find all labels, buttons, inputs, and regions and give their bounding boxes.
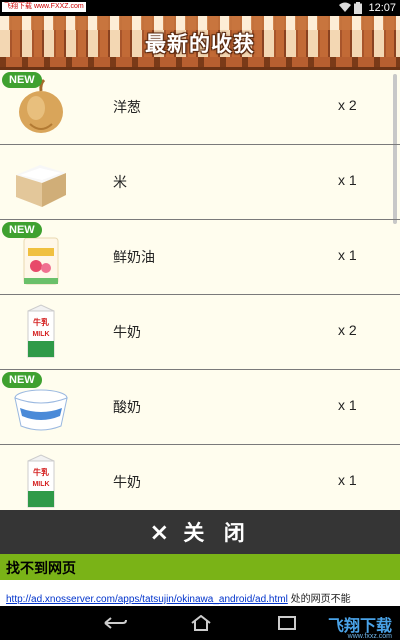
item-name: 酸奶: [113, 400, 141, 416]
status-time: 12:07: [368, 2, 396, 14]
rice-box-icon: [16, 165, 66, 207]
home-button[interactable]: [186, 612, 216, 634]
milk-label-brand: MILK: [32, 481, 49, 488]
recents-icon: [278, 616, 296, 630]
milk-label-top: 牛乳: [33, 467, 49, 477]
ad-error-text: http://ad.xnosserver.com/apps/tatsujin/o…: [6, 590, 351, 605]
milk-carton-icon: 牛乳 MILK: [27, 454, 55, 508]
new-badge: NEW: [2, 72, 42, 88]
system-nav-bar: 飞翔下载 www.fxxz.com: [0, 606, 400, 640]
item-name: 牛奶: [113, 475, 141, 491]
home-icon: [191, 615, 211, 631]
list-item[interactable]: 牛乳 MILK 牛奶 x 1: [0, 445, 400, 510]
list-item[interactable]: 牛乳 MILK 牛奶 x 2: [0, 295, 400, 370]
back-button[interactable]: [100, 612, 130, 634]
milk-carton-icon: 牛乳 MILK: [27, 304, 55, 358]
item-quantity: x 1: [338, 397, 357, 413]
harvest-list[interactable]: NEW 洋葱 x 2 米 x 1 NEW 鲜奶油 x 1 牛乳 MILK 牛奶 …: [0, 70, 400, 510]
ad-banner[interactable]: 找不到网页 http://ad.xnosserver.com/apps/tats…: [0, 554, 400, 606]
status-watermark: 飞翔下载 www.FXXZ.com: [2, 2, 86, 12]
new-badge: NEW: [2, 222, 42, 238]
close-icon: ×: [149, 518, 170, 546]
ad-error-title: 找不到网页: [0, 554, 400, 580]
recents-button[interactable]: [272, 612, 302, 634]
item-quantity: x 2: [338, 97, 357, 113]
item-name: 鲜奶油: [113, 250, 155, 266]
item-quantity: x 1: [338, 247, 357, 263]
item-name: 米: [113, 175, 127, 191]
item-name: 洋葱: [113, 100, 141, 116]
watermark-url: www.fxxz.com: [347, 633, 392, 640]
close-label: 关 闭: [183, 521, 251, 545]
milk-label-brand: MILK: [32, 331, 49, 338]
item-quantity: x 2: [338, 322, 357, 338]
item-name: 牛奶: [113, 325, 141, 341]
ad-url-link[interactable]: http://ad.xnosserver.com/apps/tatsujin/o…: [6, 594, 288, 605]
page-title: 最新的收获: [145, 32, 255, 56]
milk-label-top: 牛乳: [33, 317, 49, 327]
item-quantity: x 1: [338, 472, 357, 488]
list-item[interactable]: 米 x 1: [0, 145, 400, 220]
header-roof: 最新的收获: [0, 16, 400, 70]
ad-error-suffix: 处的网页不能: [287, 594, 351, 605]
close-button[interactable]: × 关 闭: [0, 510, 400, 554]
list-item[interactable]: NEW 鲜奶油 x 1: [0, 220, 400, 295]
list-item[interactable]: NEW 酸奶 x 1: [0, 370, 400, 445]
new-badge: NEW: [2, 372, 42, 388]
status-bar: 飞翔下载 www.FXXZ.com 12:07: [0, 0, 400, 16]
list-item[interactable]: NEW 洋葱 x 2: [0, 70, 400, 145]
item-quantity: x 1: [338, 172, 357, 188]
back-icon: [104, 617, 127, 629]
